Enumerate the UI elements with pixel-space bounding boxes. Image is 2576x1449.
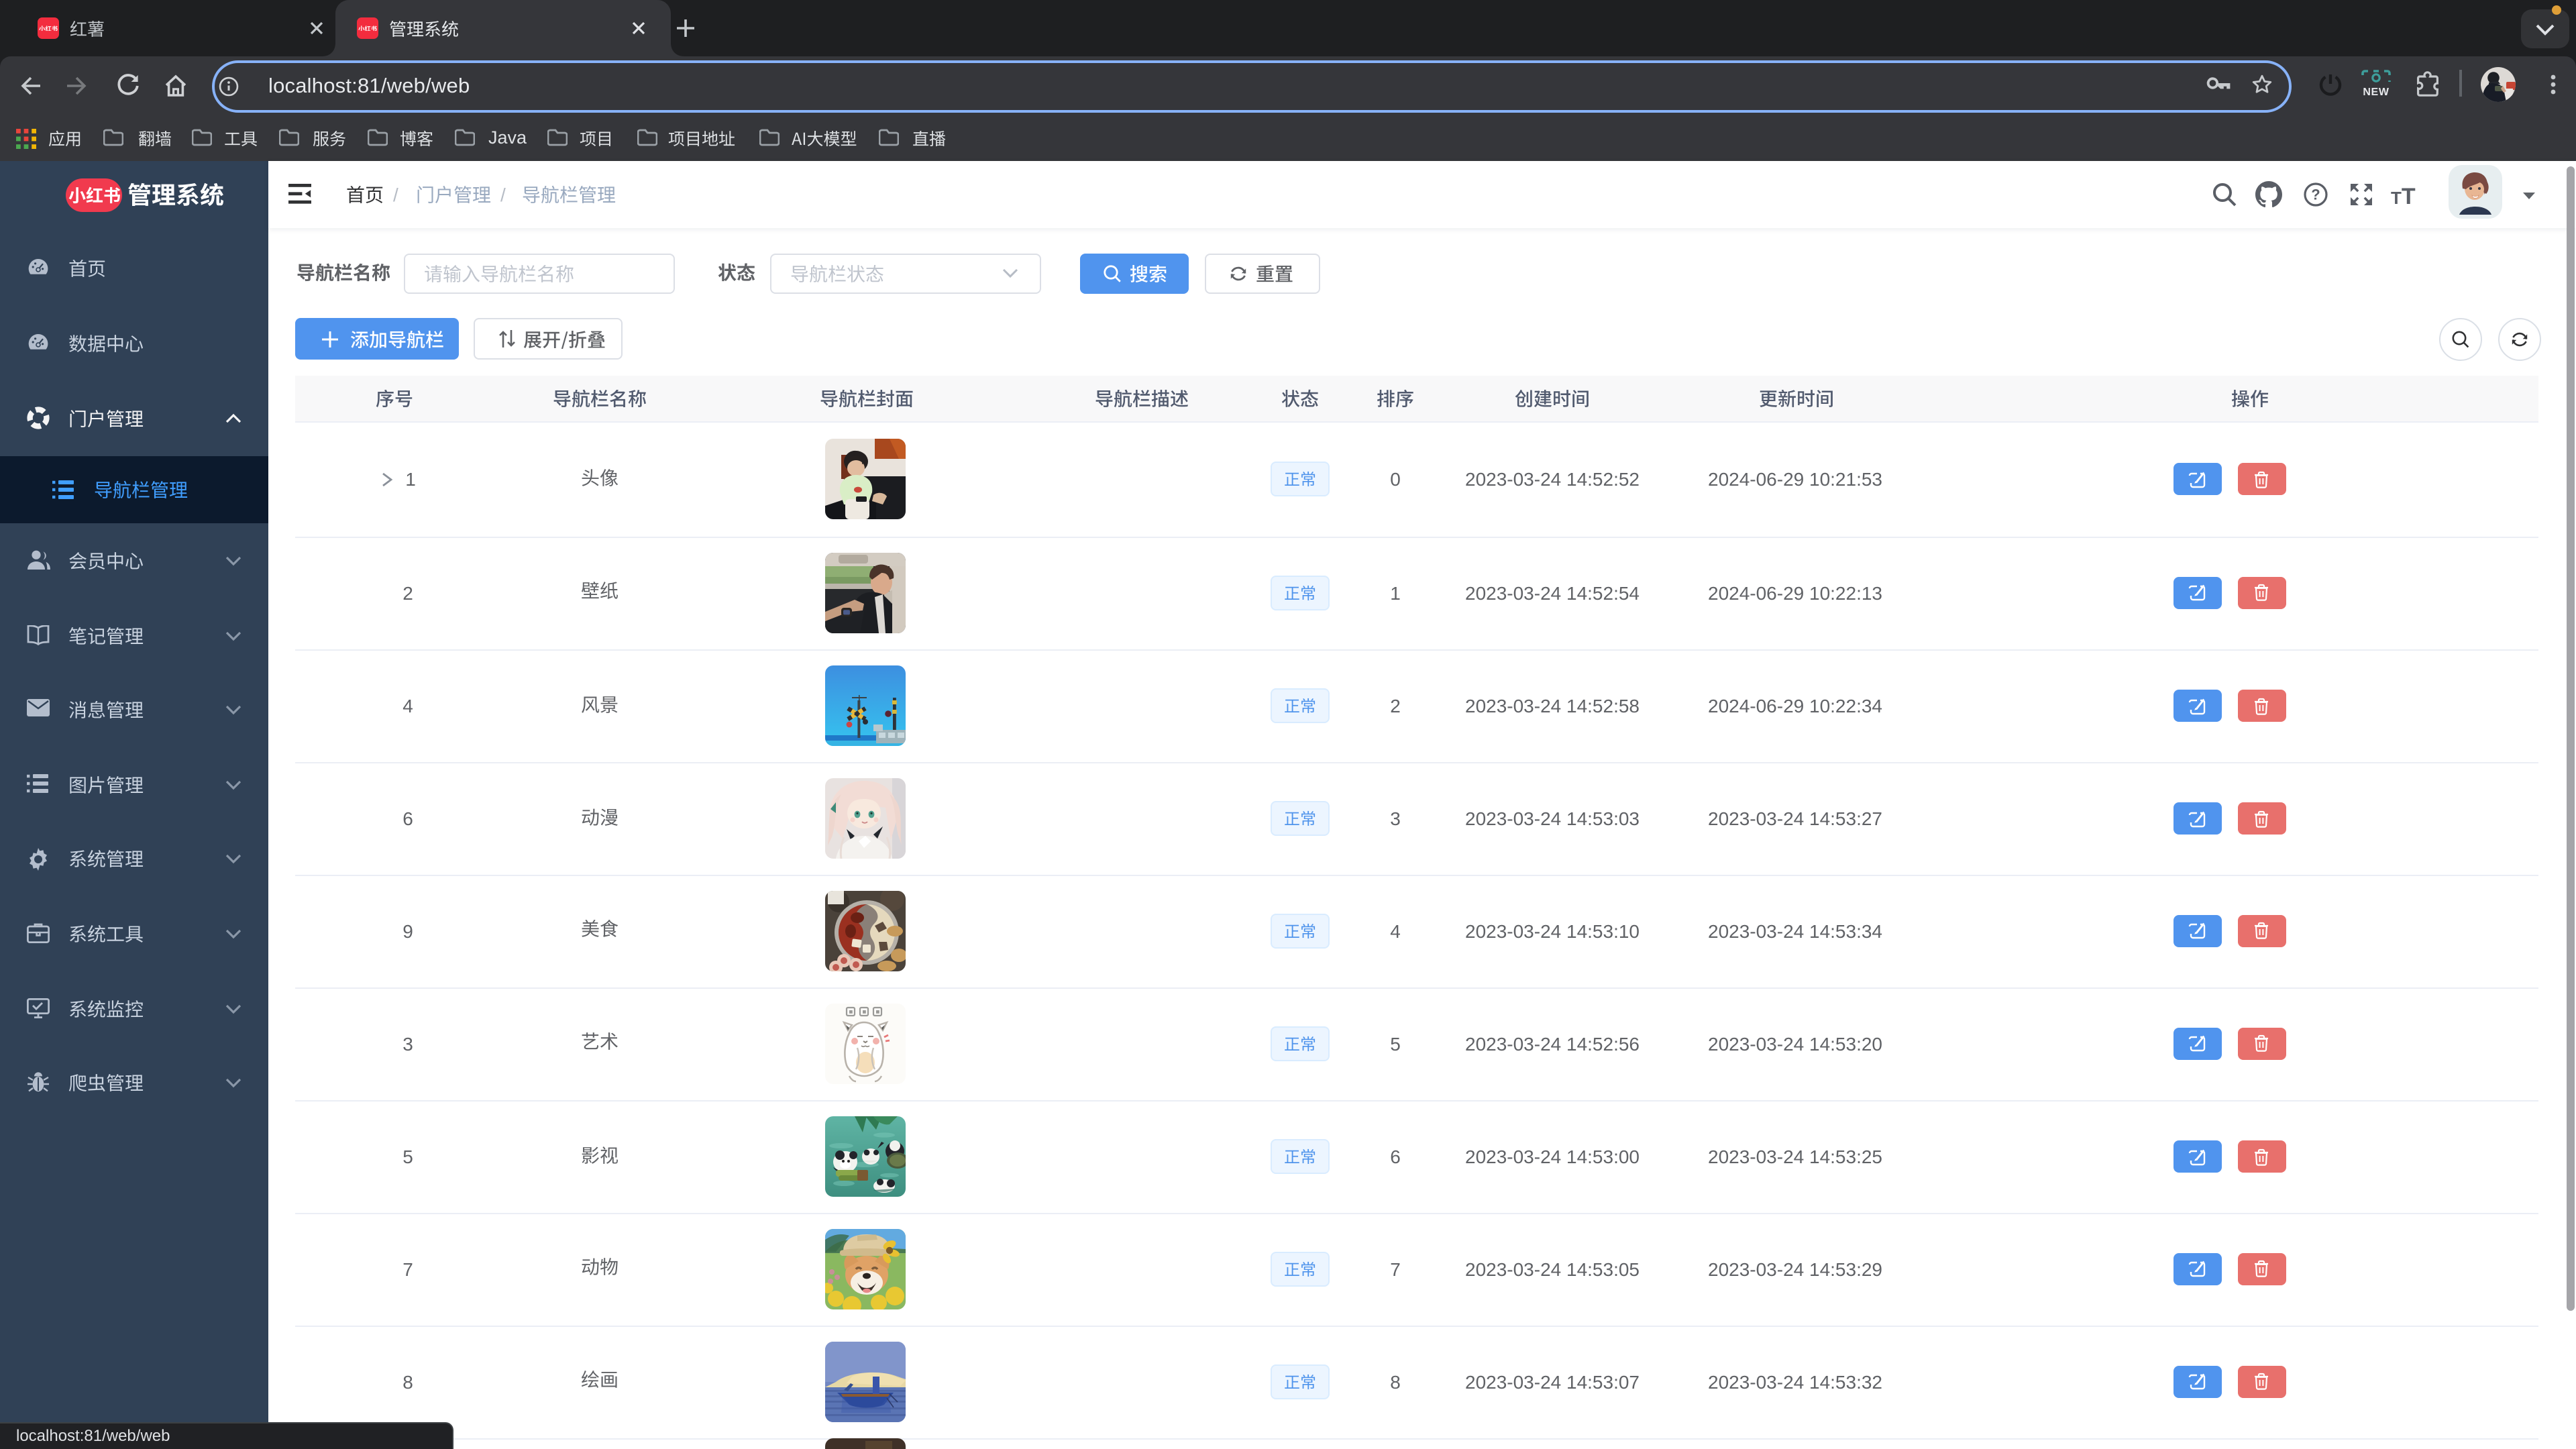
svg-text:?: ?: [2311, 186, 2320, 203]
